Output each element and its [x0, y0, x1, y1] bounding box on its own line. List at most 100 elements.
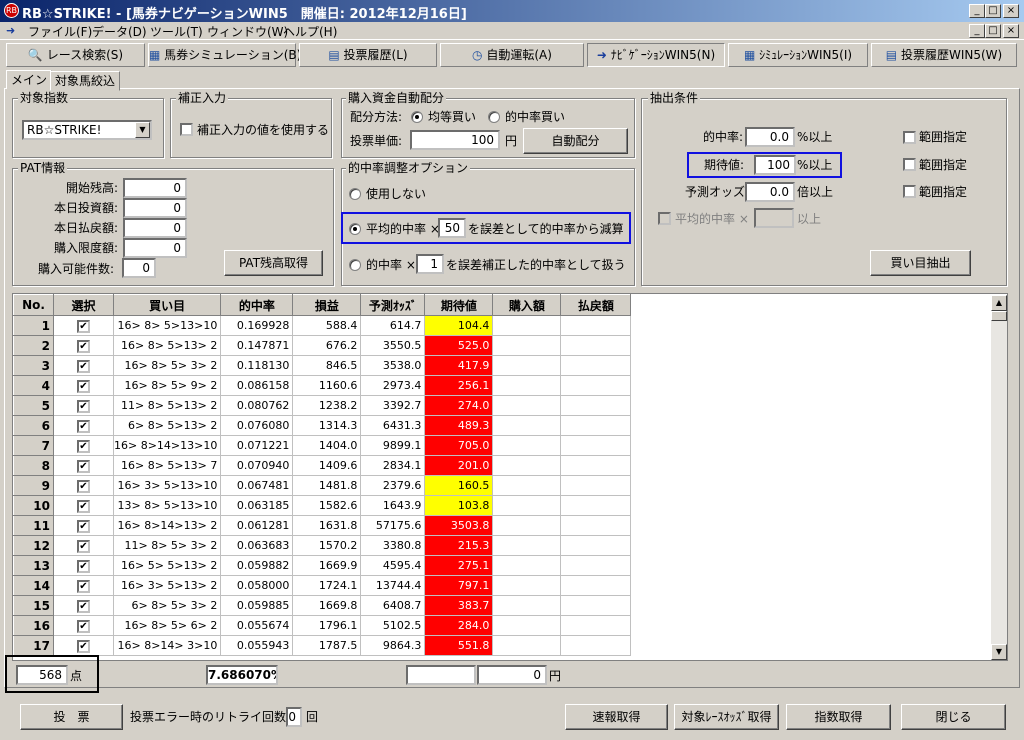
- extract-ev-input[interactable]: 100: [754, 155, 796, 175]
- pat-refund-input[interactable]: 0: [123, 218, 187, 238]
- checkmark-icon[interactable]: ✔: [77, 619, 90, 633]
- pat-limit-input[interactable]: 0: [123, 238, 187, 258]
- row-select-checkbox[interactable]: ✔: [53, 575, 114, 596]
- toolbar-vote-history-win5[interactable]: ▤ 投票履歴WIN5(W): [871, 43, 1017, 67]
- scroll-thumb[interactable]: [991, 311, 1007, 321]
- checkmark-icon[interactable]: ✔: [77, 579, 90, 593]
- table-row[interactable]: 15 ✔ 6> 8> 5> 3> 2 0.059885 1669.8 6408.7 383.…: [13, 595, 632, 616]
- table-row[interactable]: 8 ✔ 16> 8> 5>13> 7 0.070940 1409.6 2834.1 201.…: [13, 455, 632, 476]
- checkmark-icon[interactable]: ✔: [77, 459, 90, 473]
- range-checkbox-hit[interactable]: [903, 131, 916, 144]
- table-row[interactable]: 2 ✔ 16> 8> 5>13> 2 0.147871 676.2 3550.5 525.0: [13, 335, 632, 356]
- row-select-checkbox[interactable]: ✔: [53, 355, 114, 376]
- checkmark-icon[interactable]: ✔: [77, 359, 90, 373]
- table-row[interactable]: 7 ✔ 16> 8>14>13>10 0.071221 1404.0 9899.1 705.…: [13, 435, 632, 456]
- unit-price-input[interactable]: 100: [410, 130, 500, 150]
- pat-invest-input[interactable]: 0: [123, 198, 187, 218]
- scroll-down-icon[interactable]: ▼: [991, 644, 1007, 660]
- col-header-odds[interactable]: 予測ｵｯｽﾞ: [360, 294, 426, 316]
- extract-bets-button[interactable]: 買い目抽出: [870, 250, 971, 276]
- col-header-profit[interactable]: 損益: [292, 294, 362, 316]
- tab-main[interactable]: メイン: [6, 70, 53, 89]
- toolbar-race-search[interactable]: 🔍 レース検索(S): [6, 43, 145, 67]
- col-header-purchase[interactable]: 購入額: [492, 294, 562, 316]
- close-window-button[interactable]: ×: [1003, 4, 1019, 18]
- checkmark-icon[interactable]: ✔: [77, 479, 90, 493]
- table-row[interactable]: 9 ✔ 16> 3> 5>13>10 0.067481 1481.8 2379.6 160.…: [13, 475, 632, 496]
- table-row[interactable]: 11 ✔ 16> 8>14>13> 2 0.061281 1631.8 57175.6 35…: [13, 515, 632, 536]
- row-select-checkbox[interactable]: ✔: [53, 495, 114, 516]
- table-scrollbar[interactable]: ▲ ▼: [991, 295, 1007, 660]
- col-header-no[interactable]: No.: [13, 294, 54, 316]
- toolbar-bet-simulation[interactable]: ▦ 馬券シミュレーション(B): [148, 43, 301, 67]
- index-fetch-button[interactable]: 指数取得: [786, 704, 891, 730]
- row-select-checkbox[interactable]: ✔: [53, 375, 114, 396]
- checkmark-icon[interactable]: ✔: [77, 379, 90, 393]
- toolbar-auto-run[interactable]: ◷ 自動運転(A): [440, 43, 584, 67]
- checkmark-icon[interactable]: ✔: [77, 439, 90, 453]
- menu-file[interactable]: ファイル(F): [28, 23, 92, 40]
- range-checkbox-ev[interactable]: [903, 158, 916, 171]
- table-row[interactable]: 6 ✔ 6> 8> 5>13> 2 0.076080 1314.3 6431.3 489.3: [13, 415, 632, 436]
- row-select-checkbox[interactable]: ✔: [53, 395, 114, 416]
- scroll-up-icon[interactable]: ▲: [991, 295, 1007, 311]
- maximize-button[interactable]: □: [985, 4, 1001, 18]
- col-header-hit-rate[interactable]: 的中率: [220, 294, 294, 316]
- child-minimize-button[interactable]: _: [969, 24, 985, 38]
- table-row[interactable]: 5 ✔ 11> 8> 5>13> 2 0.080762 1238.2 3392.7 274.…: [13, 395, 632, 416]
- pat-balance-button[interactable]: PAT残高取得: [224, 250, 323, 276]
- checkmark-icon[interactable]: ✔: [77, 599, 90, 613]
- toolbar-navigation-win5[interactable]: ➜ ﾅﾋﾞｹﾞｰｼｮﾝWIN5(N): [587, 43, 725, 67]
- table-row[interactable]: 16 ✔ 16> 8> 5> 6> 2 0.055674 1796.1 5102.5 284…: [13, 615, 632, 636]
- extract-odds-input[interactable]: 0.0: [745, 182, 795, 202]
- table-row[interactable]: 10 ✔ 13> 8> 5>13>10 0.063185 1582.6 1643.9 103…: [13, 495, 632, 516]
- range-checkbox-odds[interactable]: [903, 185, 916, 198]
- checkmark-icon[interactable]: ✔: [77, 339, 90, 353]
- toolbar-vote-history[interactable]: ▤ 投票履歴(L): [299, 43, 437, 67]
- correction-checkbox[interactable]: [180, 123, 193, 136]
- menu-tools[interactable]: ツール(T): [150, 23, 203, 40]
- avg-hit-input[interactable]: [754, 208, 794, 228]
- auto-allocate-button[interactable]: 自動配分: [523, 128, 628, 154]
- row-select-checkbox[interactable]: ✔: [53, 595, 114, 616]
- checkmark-icon[interactable]: ✔: [77, 559, 90, 573]
- checkmark-icon[interactable]: ✔: [77, 419, 90, 433]
- row-select-checkbox[interactable]: ✔: [53, 555, 114, 576]
- menu-data[interactable]: データ(D): [92, 23, 147, 40]
- minimize-button[interactable]: _: [969, 4, 985, 18]
- table-row[interactable]: 13 ✔ 16> 5> 5>13> 2 0.059882 1669.9 4595.4 275…: [13, 555, 632, 576]
- adjust-hit-input[interactable]: 1: [416, 254, 444, 274]
- checkmark-icon[interactable]: ✔: [77, 639, 90, 653]
- row-select-checkbox[interactable]: ✔: [53, 335, 114, 356]
- table-row[interactable]: 4 ✔ 16> 8> 5> 9> 2 0.086158 1160.6 2973.4 256.…: [13, 375, 632, 396]
- table-row[interactable]: 1 ✔ 16> 8> 5>13>10 0.169928 588.4 614.7 104.4: [13, 315, 632, 336]
- radio-hit-rate-buy[interactable]: [488, 111, 500, 123]
- table-row[interactable]: 17 ✔ 16> 8>14> 3>10 0.055943 1787.5 9864.3 551…: [13, 635, 632, 656]
- menu-window[interactable]: ウィンドウ(W): [207, 23, 288, 40]
- table-row[interactable]: 3 ✔ 16> 8> 5> 3> 2 0.118130 846.5 3538.0 417.9: [13, 355, 632, 376]
- row-select-checkbox[interactable]: ✔: [53, 635, 114, 656]
- col-header-bet[interactable]: 買い目: [112, 294, 222, 316]
- row-select-checkbox[interactable]: ✔: [53, 615, 114, 636]
- toolbar-simulation-win5[interactable]: ▦ ｼﾐｭﾚｰｼｮﾝWIN5(I): [728, 43, 868, 67]
- checkmark-icon[interactable]: ✔: [77, 519, 90, 533]
- vote-button[interactable]: 投 票: [20, 704, 123, 730]
- close-button[interactable]: 閉じる: [901, 704, 1006, 730]
- target-index-select[interactable]: RB☆STRIKE! ▼: [22, 120, 152, 140]
- checkmark-icon[interactable]: ✔: [77, 319, 90, 333]
- table-row[interactable]: 12 ✔ 11> 8> 5> 3> 2 0.063683 1570.2 3380.8 215…: [13, 535, 632, 556]
- pat-count-input[interactable]: 0: [122, 258, 156, 278]
- col-header-expected[interactable]: 期待値: [424, 294, 494, 316]
- row-select-checkbox[interactable]: ✔: [53, 515, 114, 536]
- checkmark-icon[interactable]: ✔: [77, 399, 90, 413]
- extract-hit-input[interactable]: 0.0: [745, 127, 795, 147]
- checkmark-icon[interactable]: ✔: [77, 499, 90, 513]
- radio-adjust-average[interactable]: [349, 223, 361, 235]
- adjust-average-input[interactable]: 50: [438, 218, 466, 238]
- menu-help[interactable]: ヘルプ(H): [283, 23, 337, 40]
- row-select-checkbox[interactable]: ✔: [53, 435, 114, 456]
- radio-adjust-hit[interactable]: [349, 259, 361, 271]
- radio-adjust-none[interactable]: [349, 188, 361, 200]
- race-odds-button[interactable]: 対象ﾚｰｽｵｯｽﾞ取得: [674, 704, 779, 730]
- pat-start-balance-input[interactable]: 0: [123, 178, 187, 198]
